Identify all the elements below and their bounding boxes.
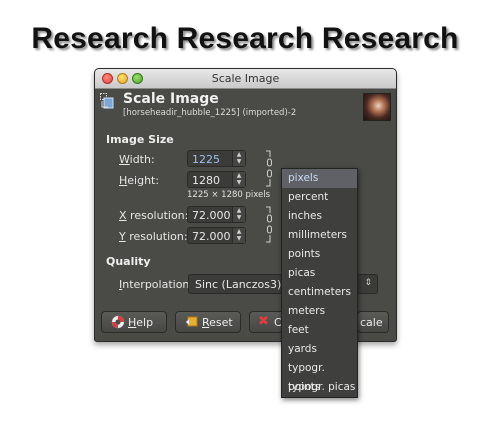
scale-button[interactable]: cale (357, 311, 389, 333)
unit-option-inches[interactable]: inches (282, 207, 357, 226)
x-resolution-input[interactable]: 72.000 ▲ ▼ (187, 206, 246, 223)
unit-option-millimeters[interactable]: millimeters (282, 226, 357, 245)
image-thumbnail (363, 93, 391, 121)
width-value: 1225 (192, 153, 220, 166)
width-stepper[interactable]: ▲ ▼ (232, 151, 245, 166)
headline: Research Research Research (31, 22, 459, 55)
help-button[interactable]: Help (101, 311, 167, 333)
unit-option-typogr-points[interactable]: typogr. points (282, 359, 357, 393)
reset-icon (186, 316, 198, 327)
unit-option-typogr-picas[interactable]: typogr. picas (282, 378, 357, 397)
height-stepper[interactable]: ▲ ▼ (232, 172, 245, 187)
units-dropdown-menu[interactable]: pixels percent inches millimeters points… (281, 168, 358, 398)
reset-button[interactable]: Reset (175, 311, 241, 333)
unit-option-points[interactable]: points (282, 245, 357, 264)
x-resolution-label: X resolution: (119, 209, 189, 222)
resolution-chain-icon[interactable] (265, 205, 273, 245)
pixel-dimensions-note: 1225 × 1280 pixels (187, 190, 271, 200)
unit-option-picas[interactable]: picas (282, 264, 357, 283)
unit-option-percent[interactable]: percent (282, 188, 357, 207)
chain-link-icon[interactable] (265, 149, 273, 189)
window-title: Scale Image (211, 72, 280, 85)
x-resolution-stepper[interactable]: ▲ ▼ (232, 207, 245, 222)
unit-option-feet[interactable]: feet (282, 321, 357, 340)
height-input[interactable]: 1280 ▲ ▼ (187, 171, 246, 188)
lifebuoy-icon (111, 315, 125, 329)
unit-option-yards[interactable]: yards (282, 340, 357, 359)
unit-option-centimeters[interactable]: centimeters (282, 283, 357, 302)
interpolation-value: Sinc (Lanczos3) (195, 278, 282, 291)
y-resolution-input[interactable]: 72.000 ▲ ▼ (187, 227, 246, 244)
y-resolution-label: Y resolution: (119, 230, 188, 243)
interpolation-label: Interpolation: (119, 278, 194, 291)
image-name: [horseheadir_hubble_1225] (imported)-2 (123, 108, 297, 118)
title-bar[interactable]: Scale Image (95, 69, 396, 89)
image-size-heading: Image Size (106, 133, 174, 146)
width-label: Width: (119, 153, 155, 166)
select-arrows-icon: ⇕ (364, 278, 372, 288)
cancel-icon: ✖ (258, 314, 269, 329)
height-label: Height: (119, 174, 160, 187)
scale-tool-icon (100, 93, 114, 109)
y-resolution-value: 72.000 (192, 230, 231, 243)
dialog-header-title: Scale Image (123, 91, 219, 107)
unit-option-pixels[interactable]: pixels (282, 169, 357, 188)
height-value: 1280 (192, 174, 220, 187)
width-input[interactable]: 1225 ▲ ▼ (187, 150, 246, 167)
x-resolution-value: 72.000 (192, 209, 231, 222)
y-resolution-stepper[interactable]: ▲ ▼ (232, 228, 245, 243)
quality-heading: Quality (106, 255, 151, 268)
unit-option-meters[interactable]: meters (282, 302, 357, 321)
